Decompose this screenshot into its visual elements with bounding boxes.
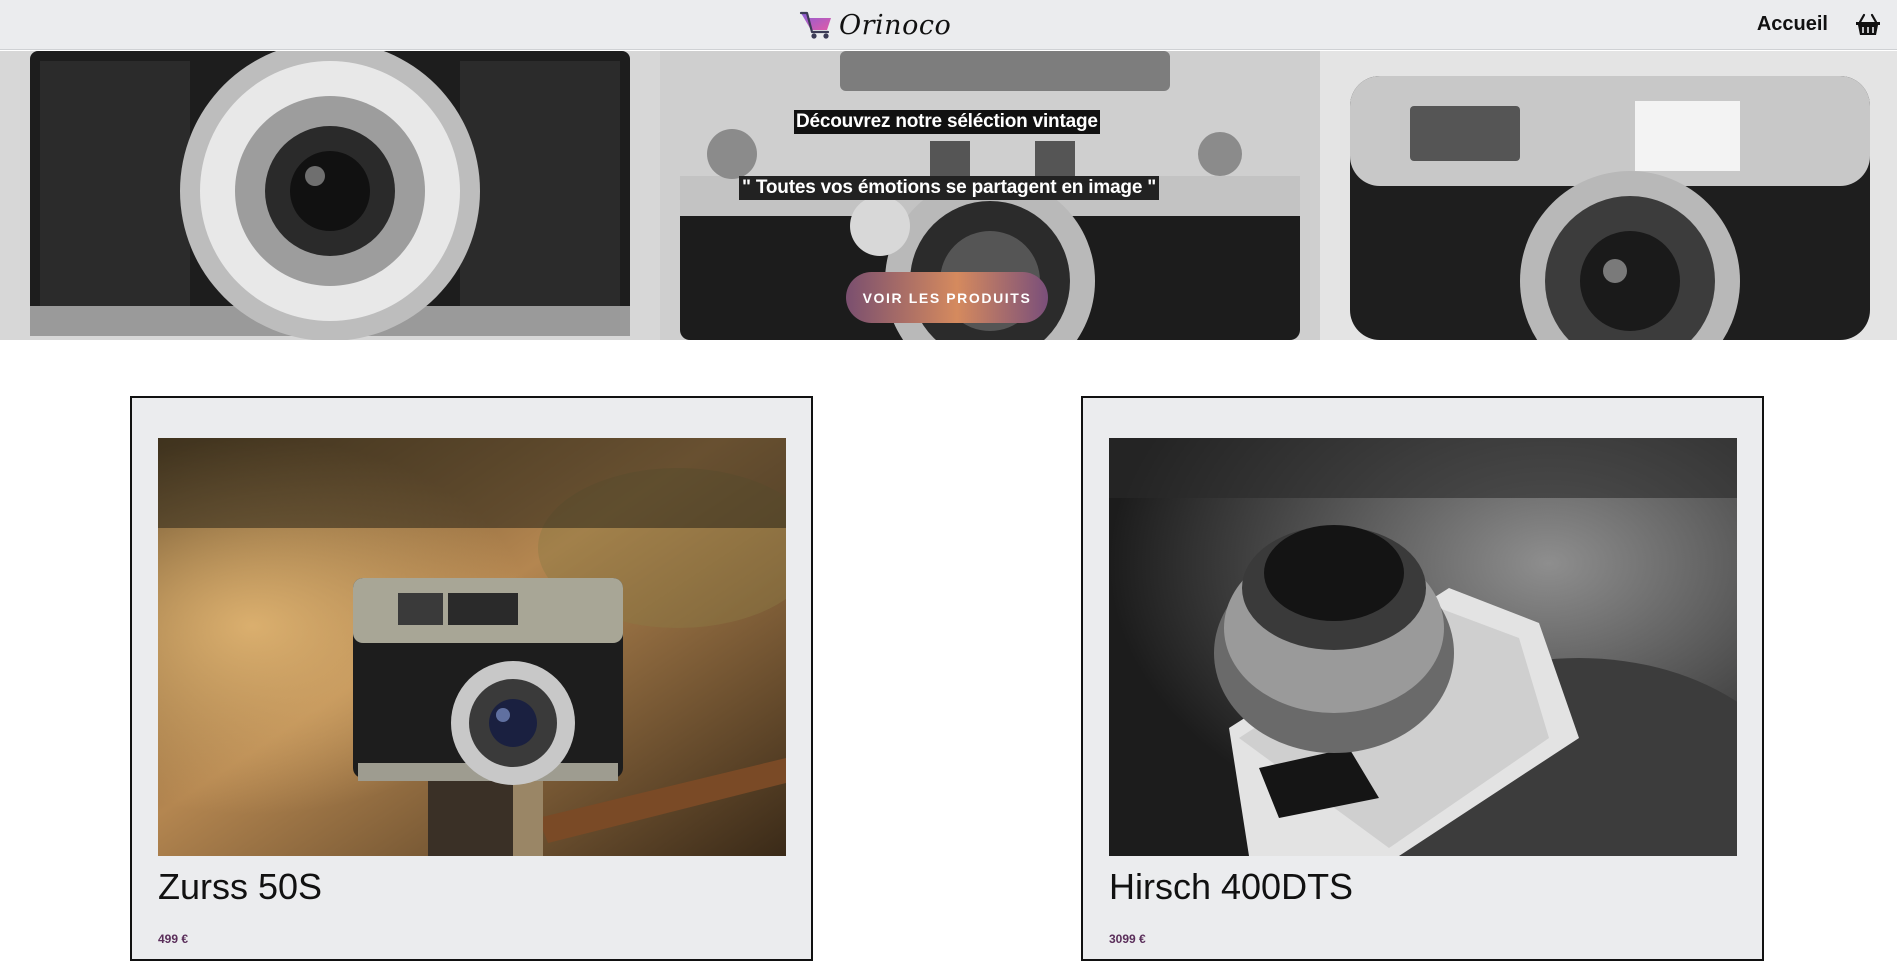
- hero-quote: " Toutes vos émotions se partagent en im…: [739, 176, 1160, 200]
- brand-name: Orinoco: [839, 9, 952, 41]
- product-name: Zurss 50S: [158, 866, 323, 907]
- product-card[interactable]: Hirsch 400DTS 3099 €: [1081, 396, 1764, 961]
- product-image: [158, 438, 786, 856]
- nav-link-home[interactable]: Accueil: [1757, 13, 1828, 36]
- product-price: 499 €: [158, 932, 189, 946]
- hero-camera-image-left: [0, 51, 660, 340]
- hero-title: Découvrez notre séléction vintage: [794, 110, 1100, 134]
- product-card[interactable]: Zurss 50S 499 €: [130, 396, 813, 961]
- hero-camera-image-right: [1320, 51, 1897, 340]
- view-products-button[interactable]: VOIR LES PRODUITS: [846, 272, 1048, 323]
- product-price: 3099 €: [1109, 932, 1146, 946]
- product-name: Hirsch 400DTS: [1109, 866, 1354, 907]
- product-image: [1109, 438, 1737, 856]
- top-navbar: Orinoco Accueil: [0, 0, 1897, 50]
- hero-banner: Découvrez notre séléction vintage " Tout…: [0, 51, 1897, 340]
- basket-icon[interactable]: [1855, 13, 1881, 37]
- shopping-cart-icon: [799, 11, 831, 39]
- brand-logo-link[interactable]: Orinoco: [799, 9, 951, 41]
